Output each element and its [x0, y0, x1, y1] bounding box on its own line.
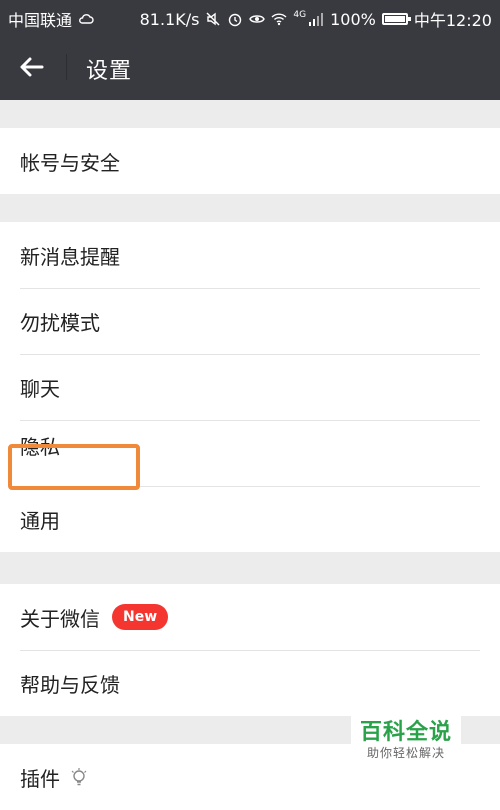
back-button[interactable] [14, 50, 54, 84]
menu-item-label: 帮助与反馈 [20, 672, 120, 697]
menu-item-general[interactable]: 通用 [0, 486, 500, 552]
lightbulb-icon [71, 768, 87, 786]
clock: 中午12:20 [413, 11, 492, 30]
menu-item-label: 插件 [20, 766, 60, 791]
battery-icon [381, 13, 411, 25]
menu-item-label: 新消息提醒 [20, 244, 120, 269]
settings-group-main: 新消息提醒 勿扰模式 聊天 隐私 通用 [0, 222, 500, 552]
menu-item-notifications[interactable]: 新消息提醒 [0, 222, 500, 288]
watermark-title: 百科全说 [359, 720, 452, 745]
menu-item-account-security[interactable]: 帐号与安全 [0, 128, 500, 194]
menu-item-label: 关于微信 [20, 606, 100, 631]
menu-item-chat[interactable]: 聊天 [0, 354, 500, 420]
status-left: 中国联通 [8, 7, 94, 31]
network-type: 4G [293, 10, 307, 20]
carrier-label: 中国联通 [8, 11, 73, 30]
watermark: 百科全说 助你轻松解决 [351, 712, 461, 766]
menu-item-do-not-disturb[interactable]: 勿扰模式 [0, 288, 500, 354]
eye-icon [249, 15, 266, 23]
new-badge: New [112, 604, 169, 630]
title-divider [66, 54, 67, 80]
mute-icon [206, 12, 220, 26]
wifi-icon [271, 13, 287, 26]
status-bar: 中国联通 81.1K/s 4G 100% 中午12:20 [0, 0, 500, 34]
title-bar: 设置 [0, 34, 500, 100]
settings-group-account: 帐号与安全 [0, 128, 500, 194]
cloud-icon [79, 14, 94, 24]
page-title: 设置 [86, 59, 133, 84]
alarm-icon [229, 13, 242, 27]
signal-icon [309, 13, 324, 26]
menu-item-label: 帐号与安全 [20, 150, 120, 175]
menu-item-about-wechat[interactable]: 关于微信 New [0, 584, 500, 650]
menu-item-label: 通用 [20, 508, 60, 533]
arrow-left-icon [20, 57, 44, 77]
menu-item-help-feedback[interactable]: 帮助与反馈 [0, 650, 500, 716]
menu-item-label: 聊天 [20, 376, 60, 401]
battery-percent: 100% [330, 9, 376, 29]
status-right: 81.1K/s 4G 100% 中午12:20 [140, 7, 492, 31]
watermark-subtitle: 助你轻松解决 [366, 746, 445, 760]
menu-item-label: 隐私 [20, 434, 60, 459]
menu-item-label: 勿扰模式 [20, 310, 100, 335]
network-speed: 81.1K/s [139, 9, 200, 29]
menu-item-privacy[interactable]: 隐私 [0, 420, 500, 486]
settings-group-about: 关于微信 New 帮助与反馈 [0, 584, 500, 716]
